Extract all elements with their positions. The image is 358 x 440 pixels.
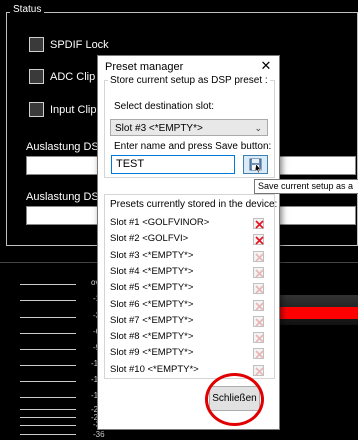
scale-tick [20,300,76,301]
scale-tick [20,317,76,318]
input-clip-led-icon [29,102,44,117]
scale-tick [20,425,76,426]
delete-preset-icon [253,332,264,344]
indicator-adc-clip: ADC Clip [29,69,95,84]
preset-slot-name: Slot #5 <*EMPTY*> [110,282,194,294]
preset-slot-row: Slot #8 <*EMPTY*> [110,331,272,345]
preset-slot-row: Slot #9 <*EMPTY*> [110,347,272,361]
scale-tick [20,284,76,285]
delete-preset-icon [253,283,264,295]
preset-slot-row: Slot #6 <*EMPTY*> [110,299,272,313]
preset-slot-name: Slot #3 <*EMPTY*> [110,249,194,261]
scale-tick [20,409,76,410]
save-button[interactable] [243,155,268,174]
chevron-down-icon: ⌄ [254,123,262,133]
preset-slot-name: Slot #7 <*EMPTY*> [110,314,194,326]
name-label: Enter name and press Save button: [114,141,272,152]
scale-label: -36 [93,430,105,439]
preset-slot-row: Slot #1 <GOLFVINOR> [110,217,272,231]
preset-name-input[interactable]: TEST [111,155,235,174]
delete-preset-icon [253,315,264,327]
preset-slot-name: Slot #10 <*EMPTY*> [110,363,199,375]
indicator-spdif-lock: SPDIF Lock [29,37,109,52]
destination-slot-select[interactable]: Slot #3 <*EMPTY*> ⌄ [110,119,268,136]
select-slot-label: Select destination slot: [114,101,215,112]
floppy-save-icon [249,158,262,174]
delete-preset-icon [253,348,264,360]
save-tooltip: Save current setup as a [254,179,358,194]
dialog-title: Preset manager [105,61,184,73]
preset-slot-row: Slot #2 <GOLFVI> [110,233,272,247]
indicator-label: SPDIF Lock [50,38,109,51]
scale-tick [20,434,76,435]
highlight-circle [205,373,264,426]
indicator-label: Input Clip [50,103,97,116]
preset-slot-name: Slot #1 <GOLFVINOR> [110,217,210,228]
scale-tick [20,333,76,334]
scale-tick [20,349,76,350]
store-preset-group-label: Store current setup as DSP preset : [108,75,270,86]
preset-slot-name: Slot #2 <GOLFVI> [110,233,189,245]
selected-slot-value: Slot #3 <*EMPTY*> [115,123,203,134]
spdif-lock-led-icon [29,37,44,52]
meter-level-bar [276,307,358,319]
preset-slot-row: Slot #5 <*EMPTY*> [110,282,272,296]
scale-tick [20,365,76,366]
scale-tick [20,417,76,418]
preset-slot-row: Slot #3 <*EMPTY*> [110,250,272,264]
close-icon[interactable]: ✕ [259,58,273,74]
preset-manager-dialog: Preset manager ✕ Store current setup as … [97,55,280,430]
preset-slot-name: Slot #6 <*EMPTY*> [110,298,194,310]
preset-slot-row: Slot #7 <*EMPTY*> [110,315,272,329]
preset-slot-name: Slot #9 <*EMPTY*> [110,347,194,359]
preset-slot-name: Slot #8 <*EMPTY*> [110,331,194,343]
preset-slot-row: Slot #4 <*EMPTY*> [110,266,272,280]
indicator-input-clip: Input Clip [29,102,96,117]
adc-clip-led-icon [29,69,44,84]
preset-slot-name: Slot #4 <*EMPTY*> [110,265,194,277]
delete-preset-icon [253,299,264,311]
status-group-title: Status [10,4,45,15]
scale-tick [20,381,76,382]
delete-preset-icon[interactable] [253,218,264,229]
delete-preset-icon [253,250,264,262]
delete-preset-icon [253,266,264,278]
scale-tick [20,397,76,398]
delete-preset-icon [253,364,264,376]
delete-preset-icon[interactable] [253,234,264,246]
indicator-label: ADC Clip [50,70,96,83]
